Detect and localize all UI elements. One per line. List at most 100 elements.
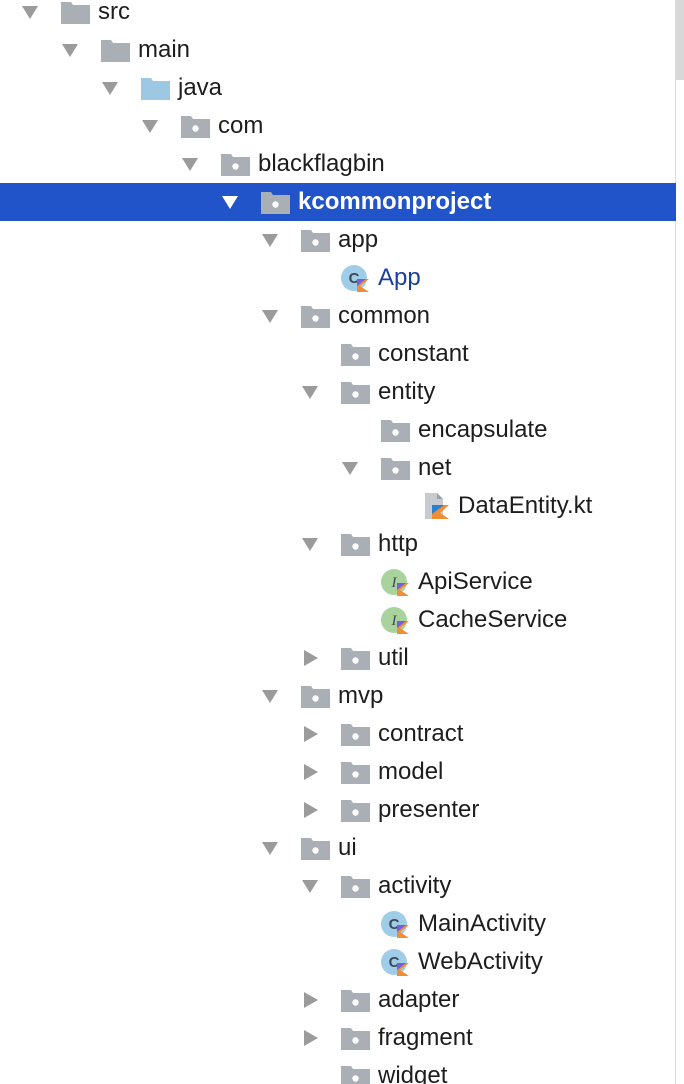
kotlin-class-icon: C [340,264,372,292]
tree-node-blackflagbin[interactable]: blackflagbin [0,145,676,183]
expanded-arrow-icon[interactable] [338,449,362,487]
package-folder-icon [300,302,332,330]
expanded-arrow-icon[interactable] [258,221,282,259]
tree-node-main[interactable]: main [0,31,676,69]
tree-node-app[interactable]: C App [0,259,676,297]
tree-node-app[interactable]: app [0,221,676,259]
package-folder-icon [340,1062,372,1084]
tree-node-label: app [338,226,379,253]
package-folder-icon [180,112,212,140]
collapsed-arrow-icon[interactable] [298,753,322,791]
package-folder-icon [380,416,412,444]
project-tree: src main java com blackflagbin kcommonproject… [0,0,684,1084]
tree-node-label: MainActivity [418,910,547,937]
tree-node-label: main [138,36,191,63]
tree-node-constant[interactable]: constant [0,335,676,373]
tree-node-activity[interactable]: activity [0,867,676,905]
tree-node-label: App [378,264,421,291]
package-folder-icon [340,530,372,558]
tree-node-kcommonproject[interactable]: kcommonproject [0,183,676,221]
tree-node-label: encapsulate [418,416,548,443]
package-folder-icon [340,796,372,824]
svg-text:I: I [391,575,398,591]
package-folder-icon [340,986,372,1014]
kotlin-interface-icon: I [380,606,412,634]
tree-node-encapsulate[interactable]: encapsulate [0,411,676,449]
tree-node-src[interactable]: src [0,0,676,31]
tree-node-label: ui [338,834,357,861]
tree-node-http[interactable]: http [0,525,676,563]
tree-node-fragment[interactable]: fragment [0,1019,676,1057]
folder-gray-icon [60,0,92,26]
tree-node-label: ApiService [418,568,533,595]
tree-node-mvp[interactable]: mvp [0,677,676,715]
tree-node-label: contract [378,720,464,747]
tree-node-apiservice[interactable]: I ApiService [0,563,676,601]
tree-node-ui[interactable]: ui [0,829,676,867]
tree-node-label: mvp [338,682,384,709]
collapsed-arrow-icon[interactable] [298,639,322,677]
tree-node-entity[interactable]: entity [0,373,676,411]
tree-node-label: activity [378,872,452,899]
tree-node-webactivity[interactable]: C WebActivity [0,943,676,981]
tree-node-label: net [418,454,452,481]
collapsed-arrow-icon[interactable] [298,715,322,753]
expanded-arrow-icon[interactable] [258,829,282,867]
package-folder-icon [340,758,372,786]
expanded-arrow-icon[interactable] [298,525,322,563]
tree-node-label: adapter [378,986,460,1013]
vertical-scrollbar[interactable] [675,0,684,1084]
expanded-arrow-icon[interactable] [178,145,202,183]
expanded-arrow-icon[interactable] [258,677,282,715]
folder-blue-source-icon [140,74,172,102]
kotlin-class-icon: C [380,948,412,976]
expanded-arrow-icon[interactable] [258,297,282,335]
tree-node-model[interactable]: model [0,753,676,791]
expanded-arrow-icon[interactable] [58,31,82,69]
kotlin-class-icon: C [380,910,412,938]
tree-node-label: src [98,0,130,25]
tree-node-cacheservice[interactable]: I CacheService [0,601,676,639]
tree-node-widget[interactable]: widget [0,1057,676,1084]
tree-node-label: util [378,644,409,671]
tree-node-net[interactable]: net [0,449,676,487]
folder-gray-icon [100,36,132,64]
package-folder-icon [340,872,372,900]
tree-node-presenter[interactable]: presenter [0,791,676,829]
tree-node-com[interactable]: com [0,107,676,145]
tree-node-label: fragment [378,1024,473,1051]
tree-node-contract[interactable]: contract [0,715,676,753]
tree-node-adapter[interactable]: adapter [0,981,676,1019]
package-folder-icon [340,378,372,406]
expanded-arrow-icon[interactable] [138,107,162,145]
tree-node-label: entity [378,378,436,405]
package-folder-icon [380,454,412,482]
collapsed-arrow-icon[interactable] [298,791,322,829]
expanded-arrow-icon[interactable] [298,867,322,905]
tree-node-dataentity-kt[interactable]: DataEntity.kt [0,487,676,525]
package-folder-icon [300,834,332,862]
scrollbar-thumb[interactable] [676,0,684,80]
kotlin-file-icon [420,492,452,520]
tree-node-label: constant [378,340,469,367]
collapsed-arrow-icon[interactable] [298,981,322,1019]
tree-node-label: com [218,112,264,139]
expanded-arrow-icon[interactable] [298,373,322,411]
tree-node-java[interactable]: java [0,69,676,107]
expanded-arrow-icon[interactable] [218,183,242,221]
package-folder-icon [340,644,372,672]
tree-node-label: model [378,758,444,785]
collapsed-arrow-icon[interactable] [298,1019,322,1057]
tree-node-label: DataEntity.kt [458,492,593,519]
expanded-arrow-icon[interactable] [18,0,42,31]
tree-node-label: WebActivity [418,948,543,975]
expanded-arrow-icon[interactable] [98,69,122,107]
package-folder-icon [340,720,372,748]
tree-node-label: CacheService [418,606,568,633]
tree-node-util[interactable]: util [0,639,676,677]
tree-node-common[interactable]: common [0,297,676,335]
tree-node-label: java [178,74,223,101]
package-folder-icon [300,226,332,254]
svg-text:I: I [391,613,398,629]
tree-node-mainactivity[interactable]: C MainActivity [0,905,676,943]
